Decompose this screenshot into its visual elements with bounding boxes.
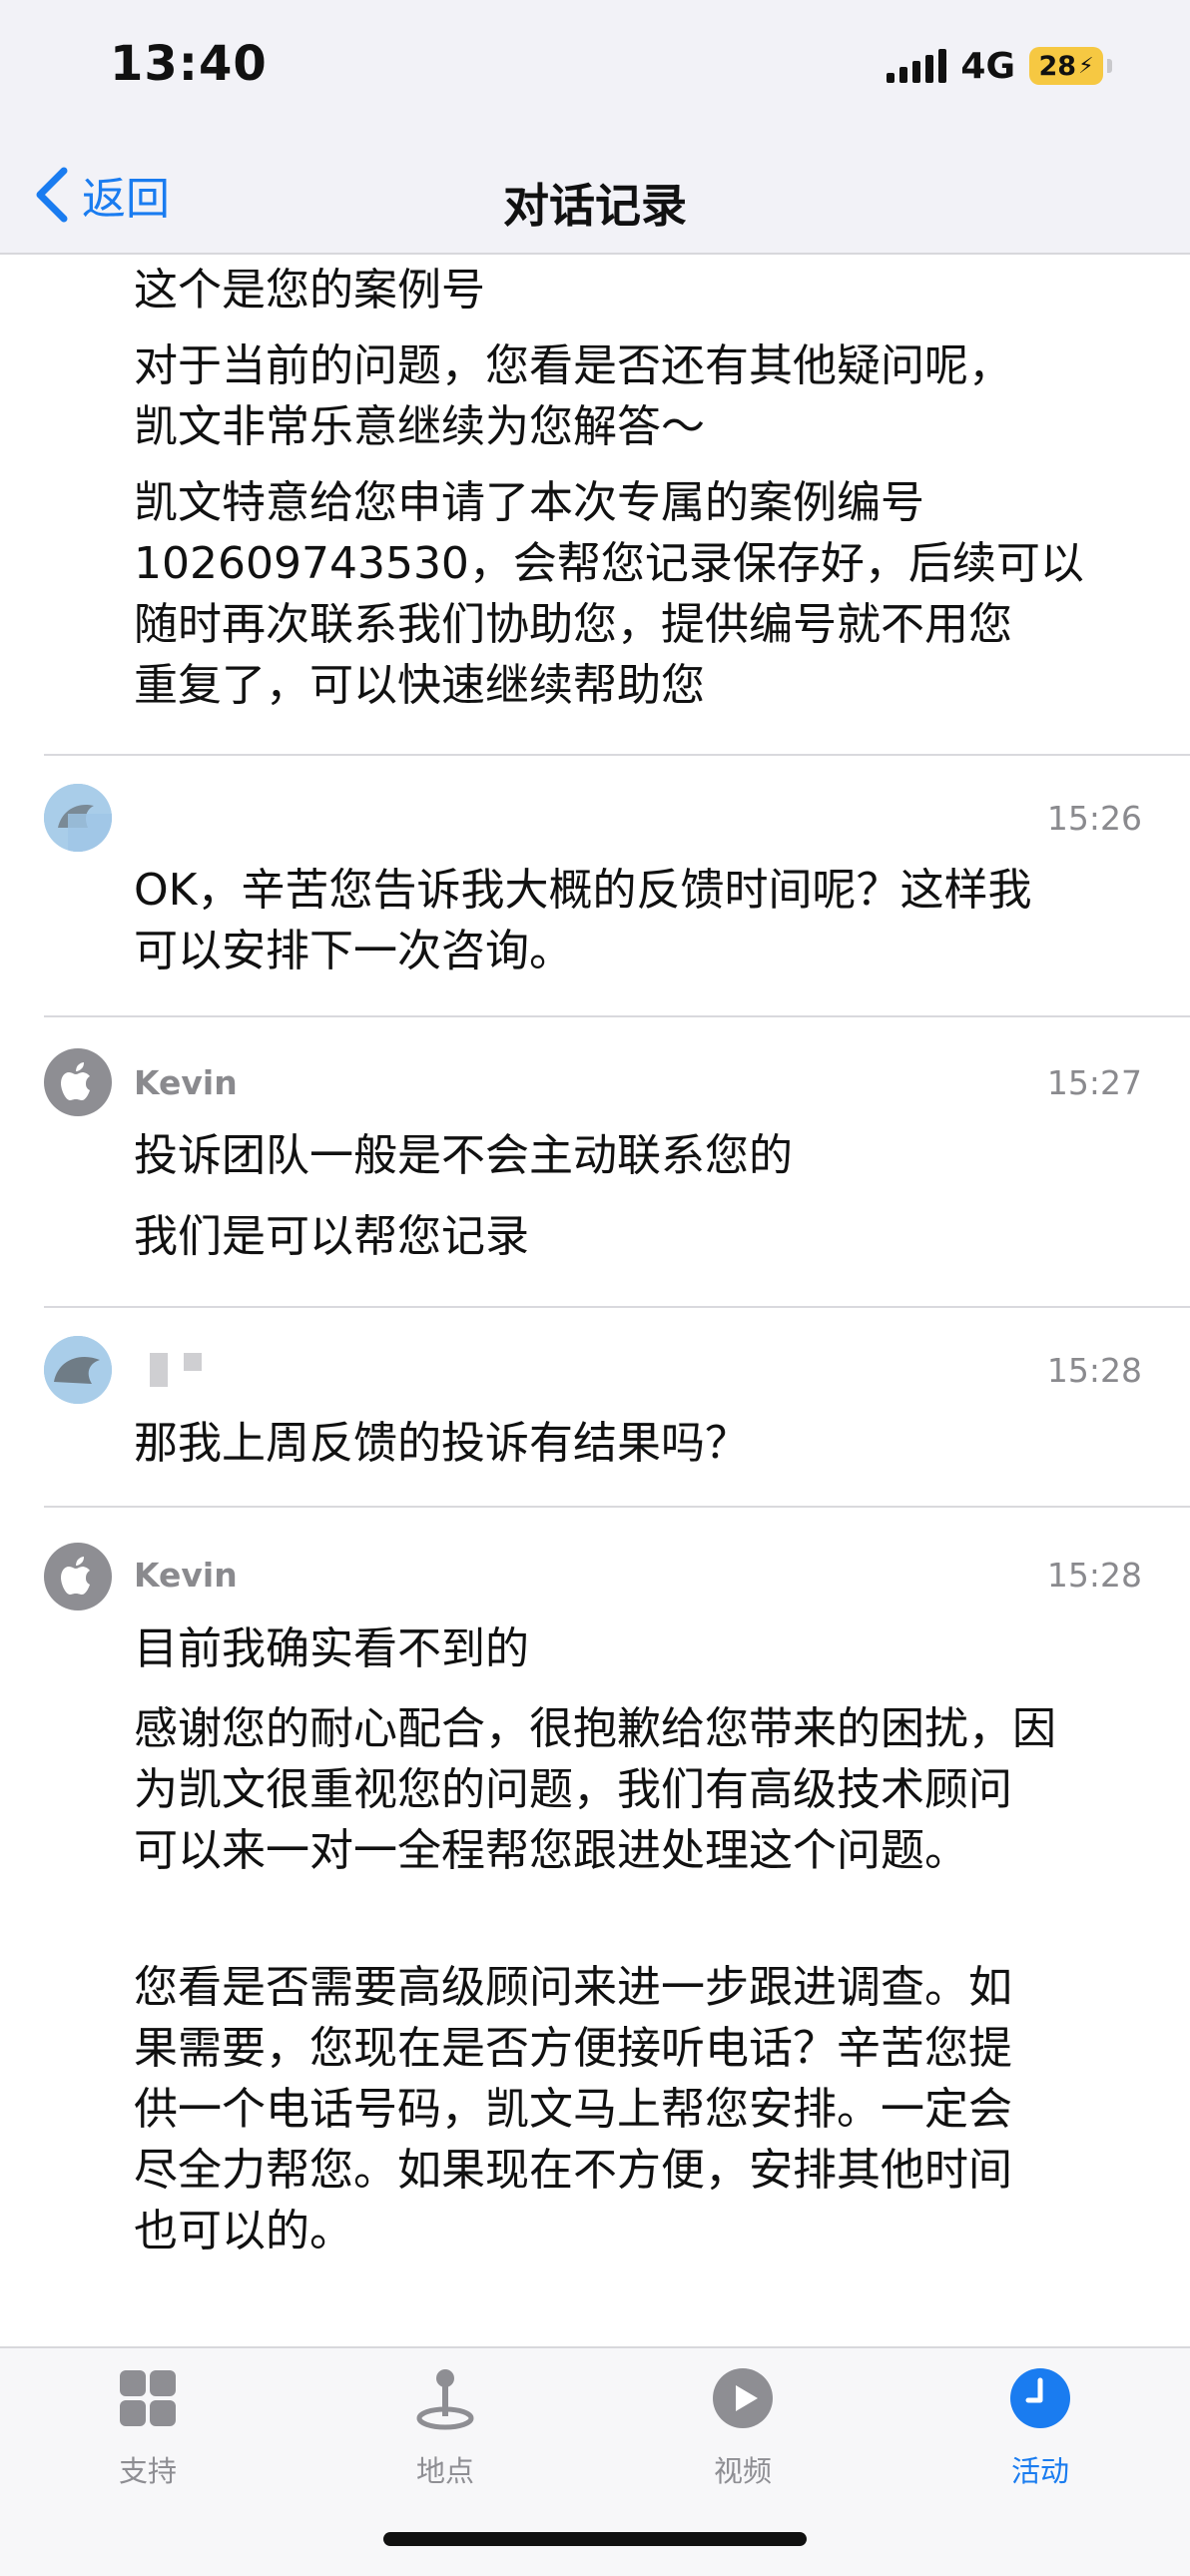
message-time: 15:26 bbox=[1046, 799, 1142, 838]
conversation-list[interactable]: 这个是您的案例号 对于当前的问题，您看是否还有其他疑问呢， 凯文非常乐意继续为您… bbox=[0, 255, 1190, 2346]
apple-logo-icon bbox=[61, 1062, 90, 1100]
message-text: 对于当前的问题，您看是否还有其他疑问呢， 凯文非常乐意继续为您解答～ bbox=[134, 340, 1012, 452]
signal-icon bbox=[887, 49, 947, 83]
message-text: 那我上周反馈的投诉有结果吗？ bbox=[134, 1418, 749, 1469]
message-divider bbox=[44, 1015, 1190, 1017]
message-divider bbox=[44, 1306, 1190, 1308]
sender-name: Kevin bbox=[134, 1556, 238, 1595]
agent-avatar bbox=[44, 1543, 112, 1610]
message-time: 15:28 bbox=[1046, 1351, 1142, 1390]
agent-avatar bbox=[44, 1048, 112, 1116]
user-avatar bbox=[44, 784, 112, 852]
message-text: 凯文特意给您申请了本次专属的案例编号 102609743530，会帮您记录保存好… bbox=[134, 477, 1084, 711]
message-text: 感谢您的耐心配合，很抱歉给您带来的困扰，因 为凯文很重视您的问题，我们有高级技术… bbox=[134, 1703, 1056, 1876]
status-bar: 13:40 4G 28 ⚡ bbox=[0, 0, 1190, 140]
message-text: 我们是可以帮您记录 bbox=[134, 1211, 529, 1262]
home-indicator[interactable] bbox=[383, 2532, 807, 2546]
tab-support[interactable]: 支持 bbox=[48, 2366, 248, 2516]
play-circle-icon bbox=[713, 2368, 773, 2428]
tab-video[interactable]: 视频 bbox=[643, 2366, 843, 2516]
tab-label: 视频 bbox=[713, 2454, 772, 2488]
grid-icon bbox=[120, 2370, 176, 2426]
tab-places[interactable]: 地点 bbox=[345, 2366, 545, 2516]
battery-tip bbox=[1107, 59, 1112, 73]
tab-activity[interactable]: 活动 bbox=[940, 2366, 1140, 2516]
tab-label: 活动 bbox=[1010, 2454, 1069, 2488]
tab-label: 地点 bbox=[415, 2454, 474, 2488]
message-time: 15:28 bbox=[1046, 1556, 1142, 1595]
sender-name: Kevin bbox=[134, 1063, 238, 1102]
battery-level: 28 bbox=[1038, 50, 1077, 82]
nav-bar: 返回 对话记录 bbox=[0, 140, 1190, 255]
message-text: 这个是您的案例号 bbox=[134, 265, 485, 316]
message-divider bbox=[44, 754, 1190, 756]
page-title: 对话记录 bbox=[503, 179, 687, 233]
redacted-sender-name bbox=[150, 1353, 202, 1387]
user-avatar bbox=[44, 1336, 112, 1404]
message-text: 目前我确实看不到的 bbox=[134, 1623, 529, 1674]
dolphin-icon bbox=[44, 1336, 112, 1404]
status-time: 13:40 bbox=[110, 36, 268, 92]
dolphin-icon bbox=[44, 784, 112, 852]
tab-label: 支持 bbox=[118, 2454, 177, 2488]
message-divider bbox=[44, 1506, 1190, 1508]
status-indicators: 4G 28 ⚡ bbox=[887, 44, 1112, 88]
network-type: 4G bbox=[960, 45, 1015, 87]
message-time: 15:27 bbox=[1046, 1063, 1142, 1102]
battery-icon: 28 ⚡ bbox=[1029, 47, 1103, 85]
apple-logo-icon bbox=[61, 1557, 90, 1595]
message-text: OK，辛苦您告诉我大概的反馈时间呢？这样我 可以安排下一次咨询。 bbox=[134, 865, 1032, 976]
message-text: 您看是否需要高级顾问来进一步跟进调查。如 果需要，您现在是否方便接听电话？辛苦您… bbox=[134, 1962, 1012, 2256]
map-pin-icon bbox=[416, 2369, 474, 2430]
message-text: 投诉团队一般是不会主动联系您的 bbox=[134, 1130, 793, 1181]
clock-icon bbox=[1010, 2368, 1070, 2428]
